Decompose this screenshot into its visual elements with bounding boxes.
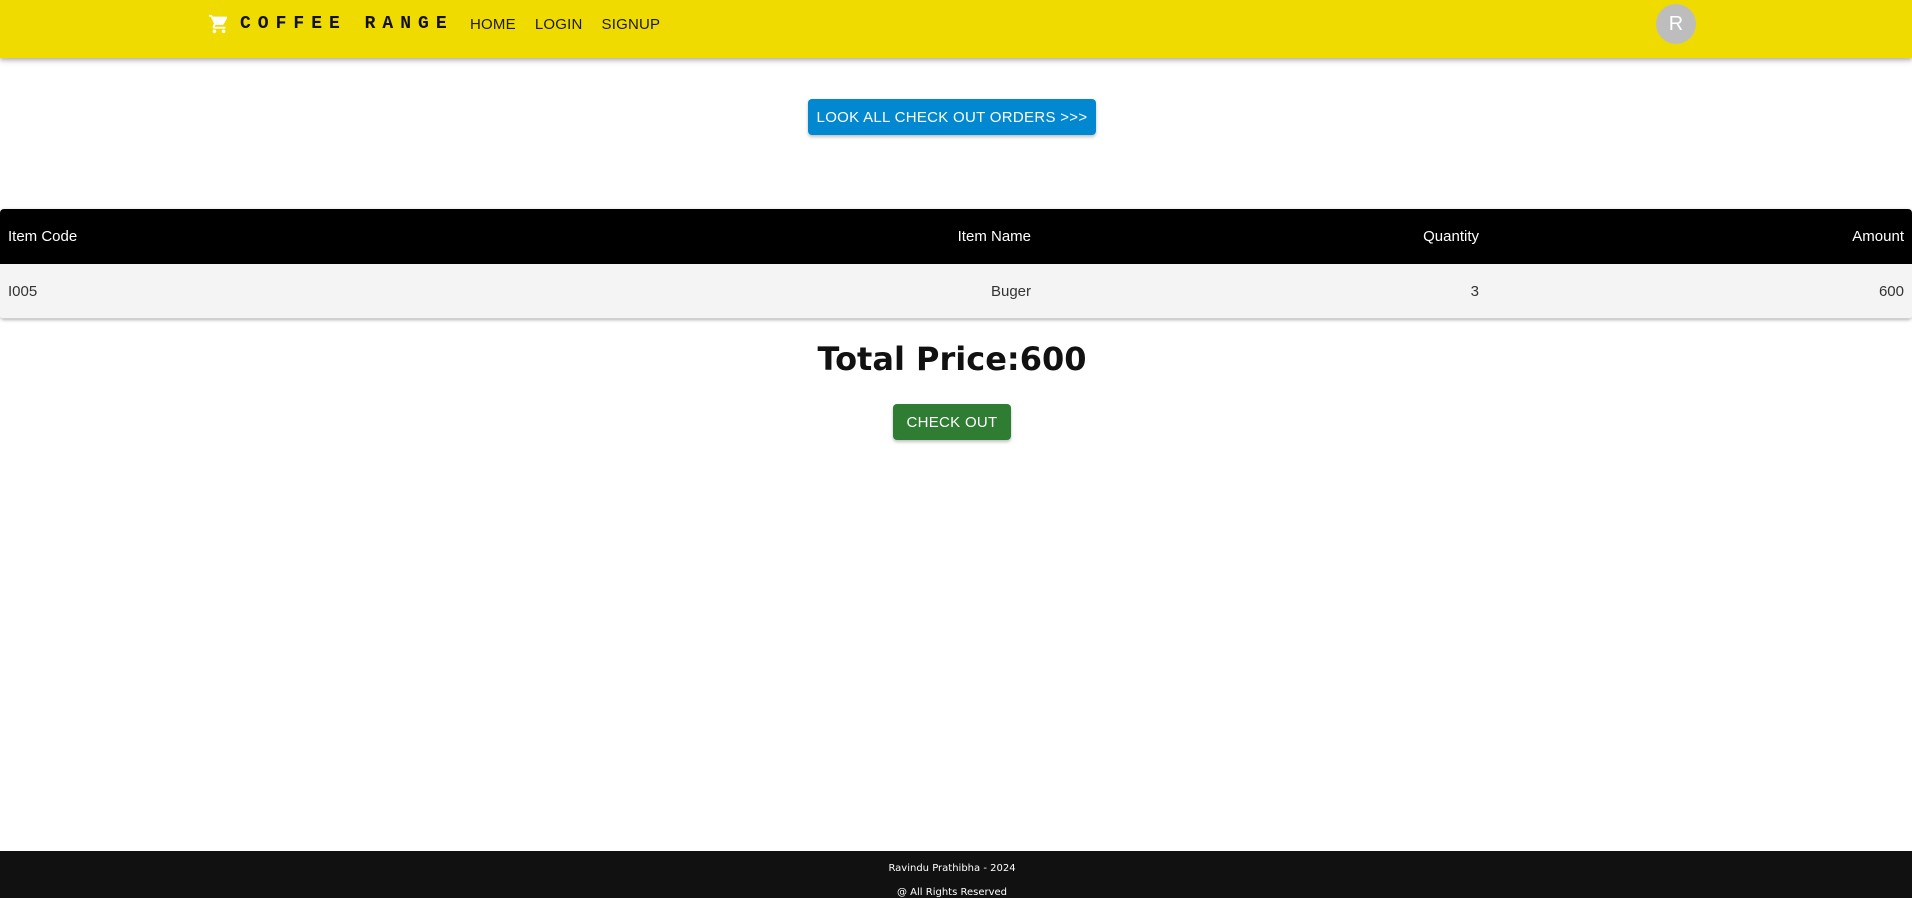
brand-name: COFFEE RANGE xyxy=(240,14,454,34)
nav-login[interactable]: LOGIN xyxy=(535,16,583,33)
table-header-row: Item Code Item Name Quantity Amount xyxy=(0,209,1912,264)
cell-quantity: 3 xyxy=(1470,282,1479,300)
column-header-amount: Amount xyxy=(1852,228,1904,245)
column-header-item-code: Item Code xyxy=(8,228,78,245)
column-header-item-name: Item Name xyxy=(957,228,1031,245)
page: COFFEE RANGE HOME LOGIN SIGNUP R LOOK AL… xyxy=(0,0,1912,898)
brand-link[interactable]: COFFEE RANGE xyxy=(208,12,454,36)
table-row[interactable]: I005 Buger 3 600 xyxy=(0,264,1912,319)
cart-table: Item Code Item Name Quantity Amount I005… xyxy=(0,209,1912,319)
look-all-checkout-orders-button[interactable]: LOOK ALL CHECK OUT ORDERS >>> xyxy=(808,99,1096,135)
footer-rights: @ All Rights Reserved xyxy=(896,887,1008,898)
nav-signup[interactable]: SIGNUP xyxy=(602,16,661,33)
footer-credit: Ravindu Prathibha - 2024 xyxy=(888,863,1016,874)
shopping-cart-icon xyxy=(208,13,230,35)
user-avatar[interactable]: R xyxy=(1656,4,1696,44)
footer: Ravindu Prathibha - 2024 @ All Rights Re… xyxy=(0,851,1912,898)
app-bar: COFFEE RANGE HOME LOGIN SIGNUP R xyxy=(0,0,1912,58)
main-nav: HOME LOGIN SIGNUP xyxy=(470,12,679,36)
cell-item-code: I005 xyxy=(8,282,38,300)
cell-amount: 600 xyxy=(1878,282,1904,300)
nav-home[interactable]: HOME xyxy=(470,16,516,33)
total-price: Total Price:600 xyxy=(817,340,1087,378)
cell-item-name: Buger xyxy=(990,282,1031,300)
check-out-button[interactable]: CHECK OUT xyxy=(893,404,1011,440)
column-header-quantity: Quantity xyxy=(1423,228,1479,245)
